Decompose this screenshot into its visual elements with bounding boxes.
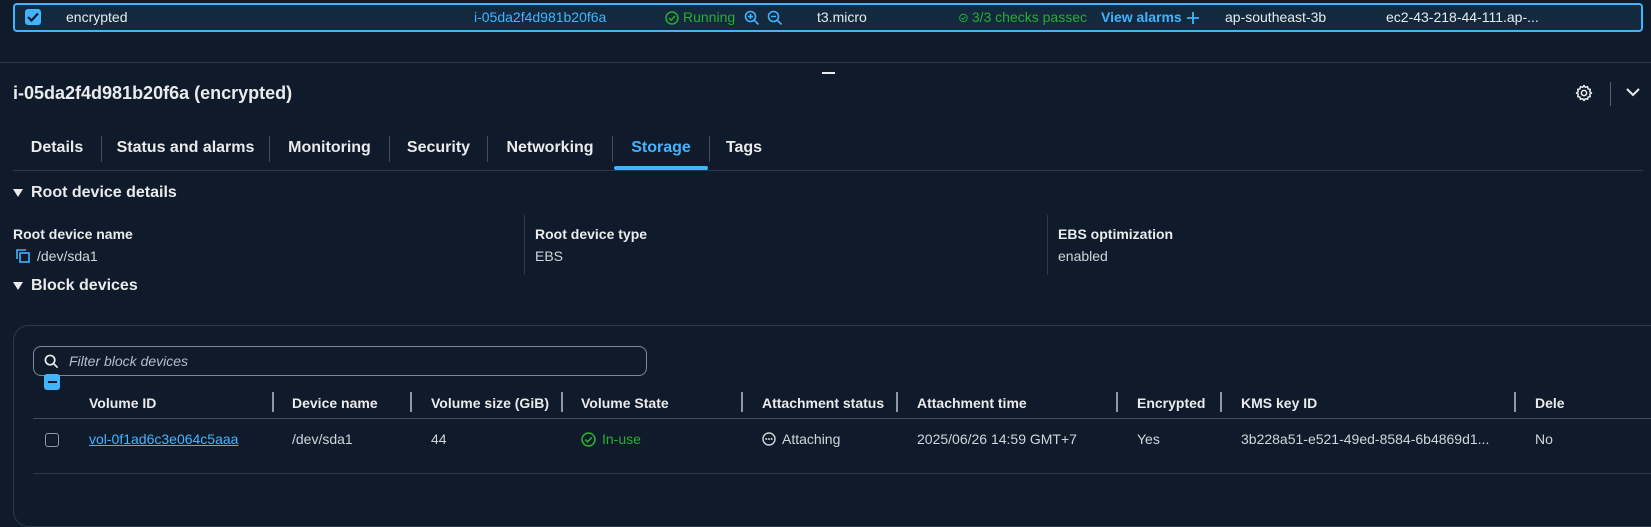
tab-status-and-alarms[interactable]: Status and alarms	[102, 128, 269, 168]
root-device-name-value: /dev/sda1	[37, 248, 98, 264]
block-devices-heading: Block devices	[31, 277, 138, 294]
root-device-section-toggle[interactable]: Root device details	[13, 184, 177, 202]
availability-zone: ap-southeast-3b	[1225, 9, 1327, 25]
check-circle-icon	[959, 13, 968, 22]
ebs-optimization-value: enabled	[1058, 248, 1108, 264]
status-checks-label: 3/3 checks passec	[971, 9, 1087, 25]
row-select-checkbox[interactable]	[45, 433, 59, 447]
resize-handle[interactable]	[822, 72, 835, 74]
root-device-heading: Root device details	[31, 184, 177, 201]
col-volume-id[interactable]: Volume ID	[89, 395, 156, 411]
table-row-attachment-time: 2025/06/26 14:59 GMT+7	[917, 431, 1077, 447]
col-volume-state[interactable]: Volume State	[581, 395, 669, 411]
select-all-checkbox[interactable]	[44, 374, 60, 390]
caret-down-icon	[13, 282, 23, 290]
col-attachment-time[interactable]: Attachment time	[917, 395, 1027, 411]
column-resizer[interactable]	[896, 392, 898, 412]
root-device-type-field: Root device type EBS	[535, 226, 647, 264]
check-icon	[27, 12, 39, 22]
volume-state-label: In-use	[602, 431, 641, 447]
instance-id-link[interactable]: i-05da2f4d981b20f6a	[474, 5, 606, 30]
view-alarms-label: View alarms	[1101, 9, 1182, 25]
chevron-down-icon[interactable]	[1625, 84, 1641, 103]
tab-details[interactable]: Details	[13, 128, 101, 168]
root-device-name-label: Root device name	[13, 226, 133, 242]
instance-name: encrypted	[66, 9, 128, 25]
caret-down-icon	[13, 189, 23, 197]
view-alarms-link[interactable]: View alarms	[1101, 5, 1199, 30]
zoom-in-icon[interactable]	[744, 5, 760, 30]
table-row-size: 44	[431, 431, 447, 447]
block-devices-section-toggle[interactable]: Block devices	[13, 277, 138, 295]
col-volume-size[interactable]: Volume size (GiB)	[431, 395, 549, 411]
column-resizer[interactable]	[1514, 392, 1516, 412]
column-divider	[524, 215, 525, 275]
zoom-out-icon[interactable]	[767, 5, 783, 30]
instance-state: Running	[665, 5, 735, 30]
row-checkbox[interactable]	[25, 9, 41, 25]
search-icon	[44, 354, 59, 368]
attachment-status-label: Attaching	[782, 431, 841, 447]
filter-box	[33, 346, 647, 376]
column-resizer[interactable]	[1116, 392, 1118, 412]
header-divider	[1610, 82, 1611, 106]
gear-icon[interactable]	[1575, 84, 1593, 105]
ebs-optimization-field: EBS optimization enabled	[1058, 226, 1173, 264]
tab-networking[interactable]: Networking	[488, 128, 612, 168]
root-device-type-label: Root device type	[535, 226, 648, 242]
copy-icon[interactable]	[15, 248, 31, 264]
col-device-name[interactable]: Device name	[292, 395, 378, 411]
table-row-device-name: /dev/sda1	[292, 431, 353, 447]
table-row-kms-key: 3b228a51-e521-49ed-8584-6b4869d1...	[1241, 431, 1490, 447]
column-resizer[interactable]	[741, 392, 743, 412]
table-row-divider	[33, 473, 1651, 474]
table-row-volume-id: vol-0f1ad6c3e064c5aaa	[89, 431, 238, 447]
instance-row[interactable]: encrypted i-05da2f4d981b20f6a Running t3…	[13, 3, 1643, 32]
table-row-encrypted: Yes	[1137, 431, 1160, 447]
table-row-state: In-use	[581, 431, 641, 447]
root-device-type-value: EBS	[535, 248, 564, 264]
split-panel-divider	[0, 62, 1651, 63]
root-device-name-field: Root device name /dev/sda1	[13, 226, 133, 264]
column-resizer[interactable]	[1220, 392, 1222, 412]
check-circle-icon	[581, 431, 596, 447]
column-divider	[1047, 215, 1048, 275]
col-delete-on-termination[interactable]: Dele	[1535, 395, 1565, 411]
tab-security[interactable]: Security	[390, 128, 487, 168]
column-resizer[interactable]	[410, 392, 412, 412]
col-kms-key-id[interactable]: KMS key ID	[1241, 395, 1317, 411]
ebs-optimization-label: EBS optimization	[1058, 226, 1174, 242]
tab-tags[interactable]: Tags	[710, 128, 778, 168]
check-circle-icon	[665, 10, 679, 25]
tab-storage[interactable]: Storage	[614, 128, 708, 170]
table-row-delete-on-termination: No	[1535, 431, 1553, 447]
col-encrypted[interactable]: Encrypted	[1137, 395, 1205, 411]
tab-separator	[612, 136, 613, 162]
table-header-divider	[33, 418, 1651, 419]
status-checks: 3/3 checks passec	[959, 5, 1087, 30]
table-row-attachment-status: Attaching	[762, 431, 840, 447]
pending-icon	[762, 432, 776, 446]
column-resizer[interactable]	[561, 392, 563, 412]
tab-monitoring[interactable]: Monitoring	[270, 128, 389, 168]
page-title: i-05da2f4d981b20f6a (encrypted)	[13, 83, 293, 103]
plus-icon	[1186, 11, 1199, 24]
column-resizer[interactable]	[272, 392, 274, 412]
instance-type: t3.micro	[817, 9, 867, 25]
volume-id-link[interactable]: vol-0f1ad6c3e064c5aaa	[89, 431, 238, 447]
public-dns: ec2-43-218-44-111.ap-...	[1386, 9, 1539, 25]
filter-block-devices-input[interactable]	[67, 352, 631, 370]
instance-state-label: Running	[683, 9, 736, 25]
detail-tabs: Details Status and alarms Monitoring Sec…	[13, 128, 1643, 171]
col-attachment-status[interactable]: Attachment status	[762, 395, 884, 411]
